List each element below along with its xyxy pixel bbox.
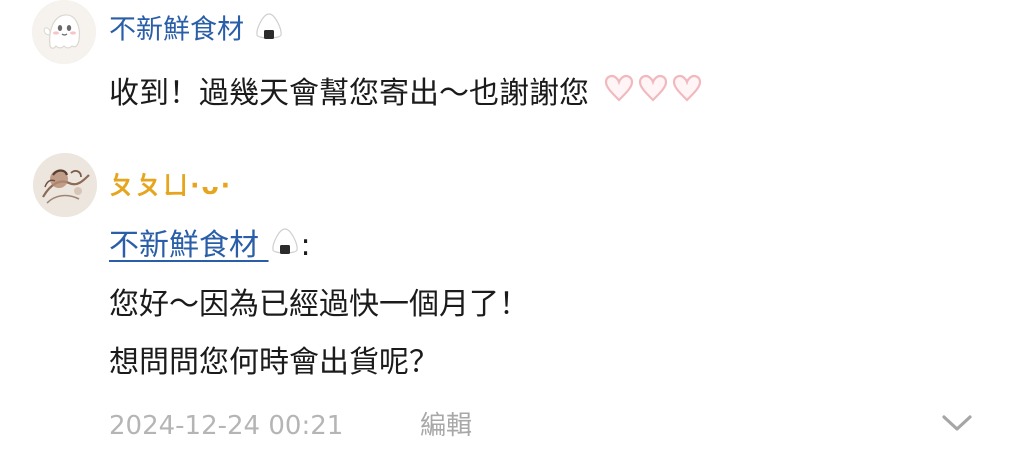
timestamp: 2024-12-24 00:21	[109, 411, 344, 441]
mention-text[interactable]: 不新鮮食材	[109, 228, 259, 263]
chevron-down-icon[interactable]	[940, 410, 974, 436]
username-text[interactable]: 不新鮮食材	[109, 15, 244, 46]
hearts-group	[603, 72, 705, 117]
comment-text: 想問問您何時會出貨呢？	[109, 345, 439, 380]
username[interactable]: 不新鮮食材	[109, 10, 285, 52]
mention-suffix: :	[300, 228, 311, 263]
mention-link[interactable]: 不新鮮食材	[109, 228, 301, 263]
onigiri-icon	[269, 225, 301, 268]
onigiri-icon	[253, 10, 285, 52]
username[interactable]: ㄆㄆㄩ·ᴗ·	[109, 168, 232, 204]
comment-body: 收到！過幾天會幫您寄出～也謝謝您	[109, 76, 589, 111]
mention-line: 不新鮮食材 :	[109, 225, 311, 268]
edit-button[interactable]: 編輯	[420, 408, 472, 444]
illustration-avatar-icon	[33, 153, 97, 217]
comment-text: 收到！過幾天會幫您寄出～也謝謝您	[109, 72, 705, 117]
comment-text: 您好～因為已經過快一個月了！	[109, 287, 529, 322]
ghost-avatar-icon	[32, 0, 96, 64]
heart-outline-icon	[604, 74, 702, 102]
avatar[interactable]	[32, 0, 96, 64]
avatar[interactable]	[33, 153, 97, 217]
